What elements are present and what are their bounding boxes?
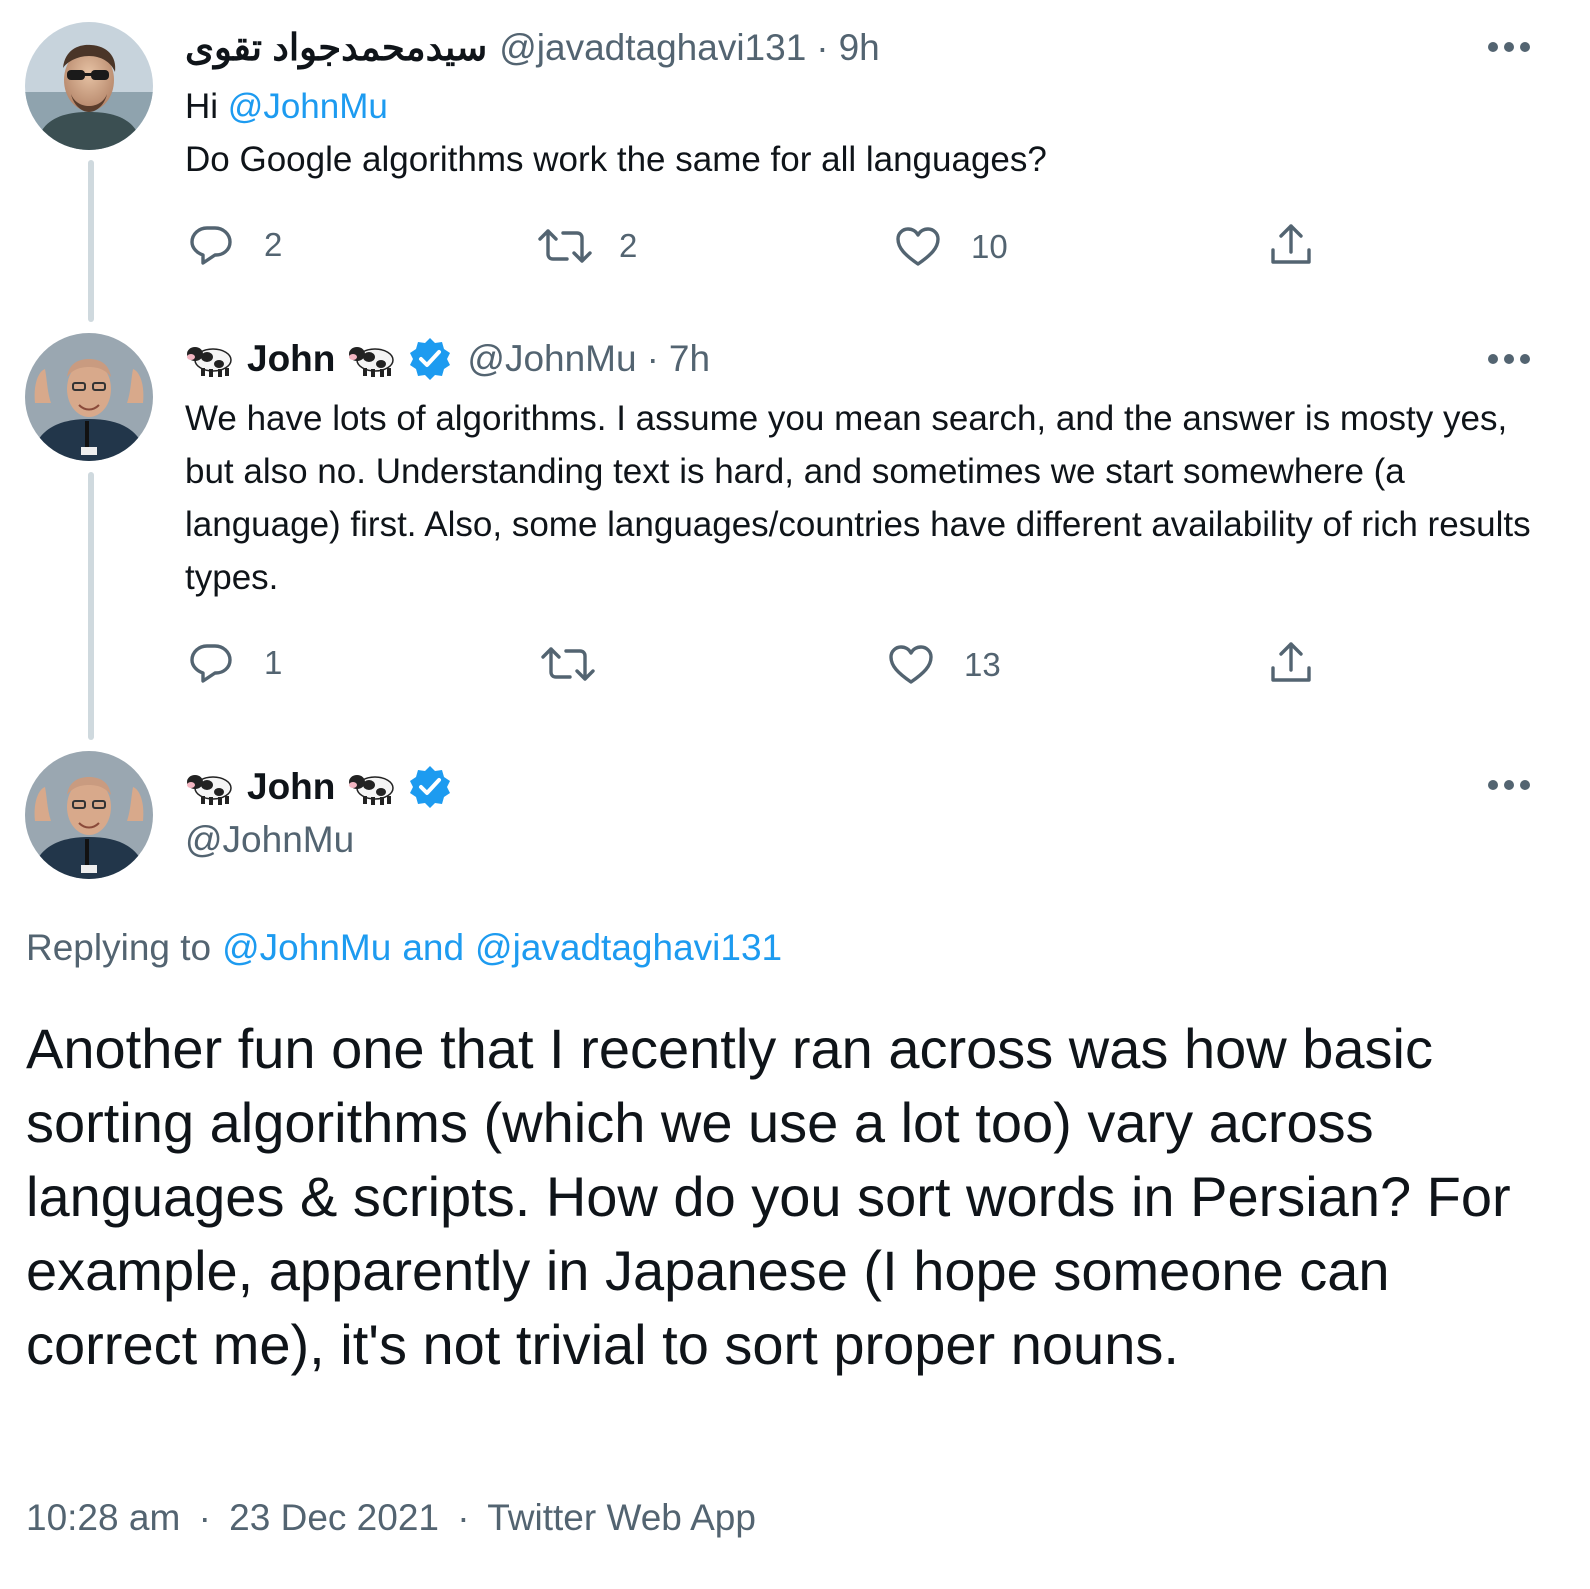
retweet-button[interactable]	[540, 644, 626, 684]
avatar[interactable]	[25, 333, 153, 461]
thread-line	[88, 472, 94, 740]
reply-count: 1	[264, 644, 283, 681]
retweet-icon	[540, 644, 596, 684]
tweet-timestamp-row: 10:28 am · 23 Dec 2021 · Twitter Web App	[26, 1497, 756, 1539]
handle[interactable]: @JohnMu	[467, 336, 636, 382]
greeting: Hi	[185, 87, 219, 126]
reply-button[interactable]: 2	[188, 222, 282, 268]
heart-icon	[888, 644, 934, 686]
separator: ·	[198, 1497, 211, 1538]
cow-emoji-icon	[347, 768, 397, 806]
avatar[interactable]	[25, 22, 153, 150]
tweet-source[interactable]: Twitter Web App	[487, 1497, 756, 1538]
tweet-date[interactable]: 23 Dec 2021	[229, 1497, 439, 1538]
like-count: 10	[971, 228, 1008, 265]
replying-to: Replying to @JohnMu and @javadtaghavi131	[26, 925, 782, 971]
verified-badge-icon	[407, 764, 453, 810]
more-icon[interactable]	[1488, 780, 1530, 792]
replying-prefix: Replying to	[26, 927, 212, 968]
cow-emoji-icon	[185, 340, 235, 378]
more-icon[interactable]	[1488, 354, 1530, 366]
cow-emoji-icon	[347, 340, 397, 378]
thread-line	[88, 160, 94, 322]
heart-icon	[895, 226, 941, 268]
retweet-button[interactable]: 2	[537, 226, 637, 266]
display-name[interactable]: John	[247, 764, 335, 810]
tweet-header: سیدمحمدجواد تقوی @javadtaghavi131 · 9h	[185, 25, 880, 71]
reply-count: 2	[264, 226, 283, 263]
tweet-time[interactable]: 10:28 am	[26, 1497, 180, 1538]
handle[interactable]: @JohnMu	[185, 817, 354, 863]
replying-user-link[interactable]: @javadtaghavi131	[475, 925, 782, 971]
display-name[interactable]: John	[247, 336, 335, 382]
mention-link[interactable]: @JohnMu	[228, 87, 388, 126]
tweet-text: Do Google algorithms work the same for a…	[185, 140, 1047, 179]
retweet-icon	[537, 226, 593, 266]
share-icon	[1268, 640, 1314, 686]
avatar[interactable]	[25, 751, 153, 879]
cow-emoji-icon	[185, 768, 235, 806]
separator: ·	[646, 338, 659, 379]
timestamp[interactable]: 7h	[669, 336, 710, 382]
replying-and[interactable]: and	[402, 925, 464, 971]
like-count: 13	[964, 646, 1001, 683]
handle[interactable]: @javadtaghavi131	[499, 25, 806, 71]
display-name[interactable]: سیدمحمدجواد تقوی	[185, 25, 487, 71]
like-button[interactable]: 10	[895, 226, 1008, 268]
tweet-header: John	[185, 764, 453, 810]
handle-row: @JohnMu	[185, 817, 354, 863]
tweet-text: We have lots of algorithms. I assume you…	[185, 399, 1531, 597]
reply-icon	[188, 640, 234, 686]
timestamp[interactable]: 9h	[839, 25, 880, 71]
separator: ·	[816, 27, 829, 68]
tweet-body: Hi @JohnMu Do Google algorithms work the…	[185, 80, 1545, 186]
reply-icon	[188, 222, 234, 268]
share-button[interactable]	[1268, 222, 1314, 268]
like-button[interactable]: 13	[888, 644, 1001, 686]
retweet-count: 2	[619, 227, 638, 264]
reply-button[interactable]: 1	[188, 640, 282, 686]
share-icon	[1268, 222, 1314, 268]
share-button[interactable]	[1268, 640, 1314, 686]
tweet-header: John @JohnMu · 7h	[185, 336, 710, 382]
main-tweet-text: Another fun one that I recently ran acro…	[26, 1017, 1511, 1376]
more-icon[interactable]	[1488, 42, 1530, 54]
separator: ·	[457, 1497, 470, 1538]
verified-badge-icon	[407, 336, 453, 382]
replying-user-link[interactable]: @JohnMu	[222, 925, 391, 971]
